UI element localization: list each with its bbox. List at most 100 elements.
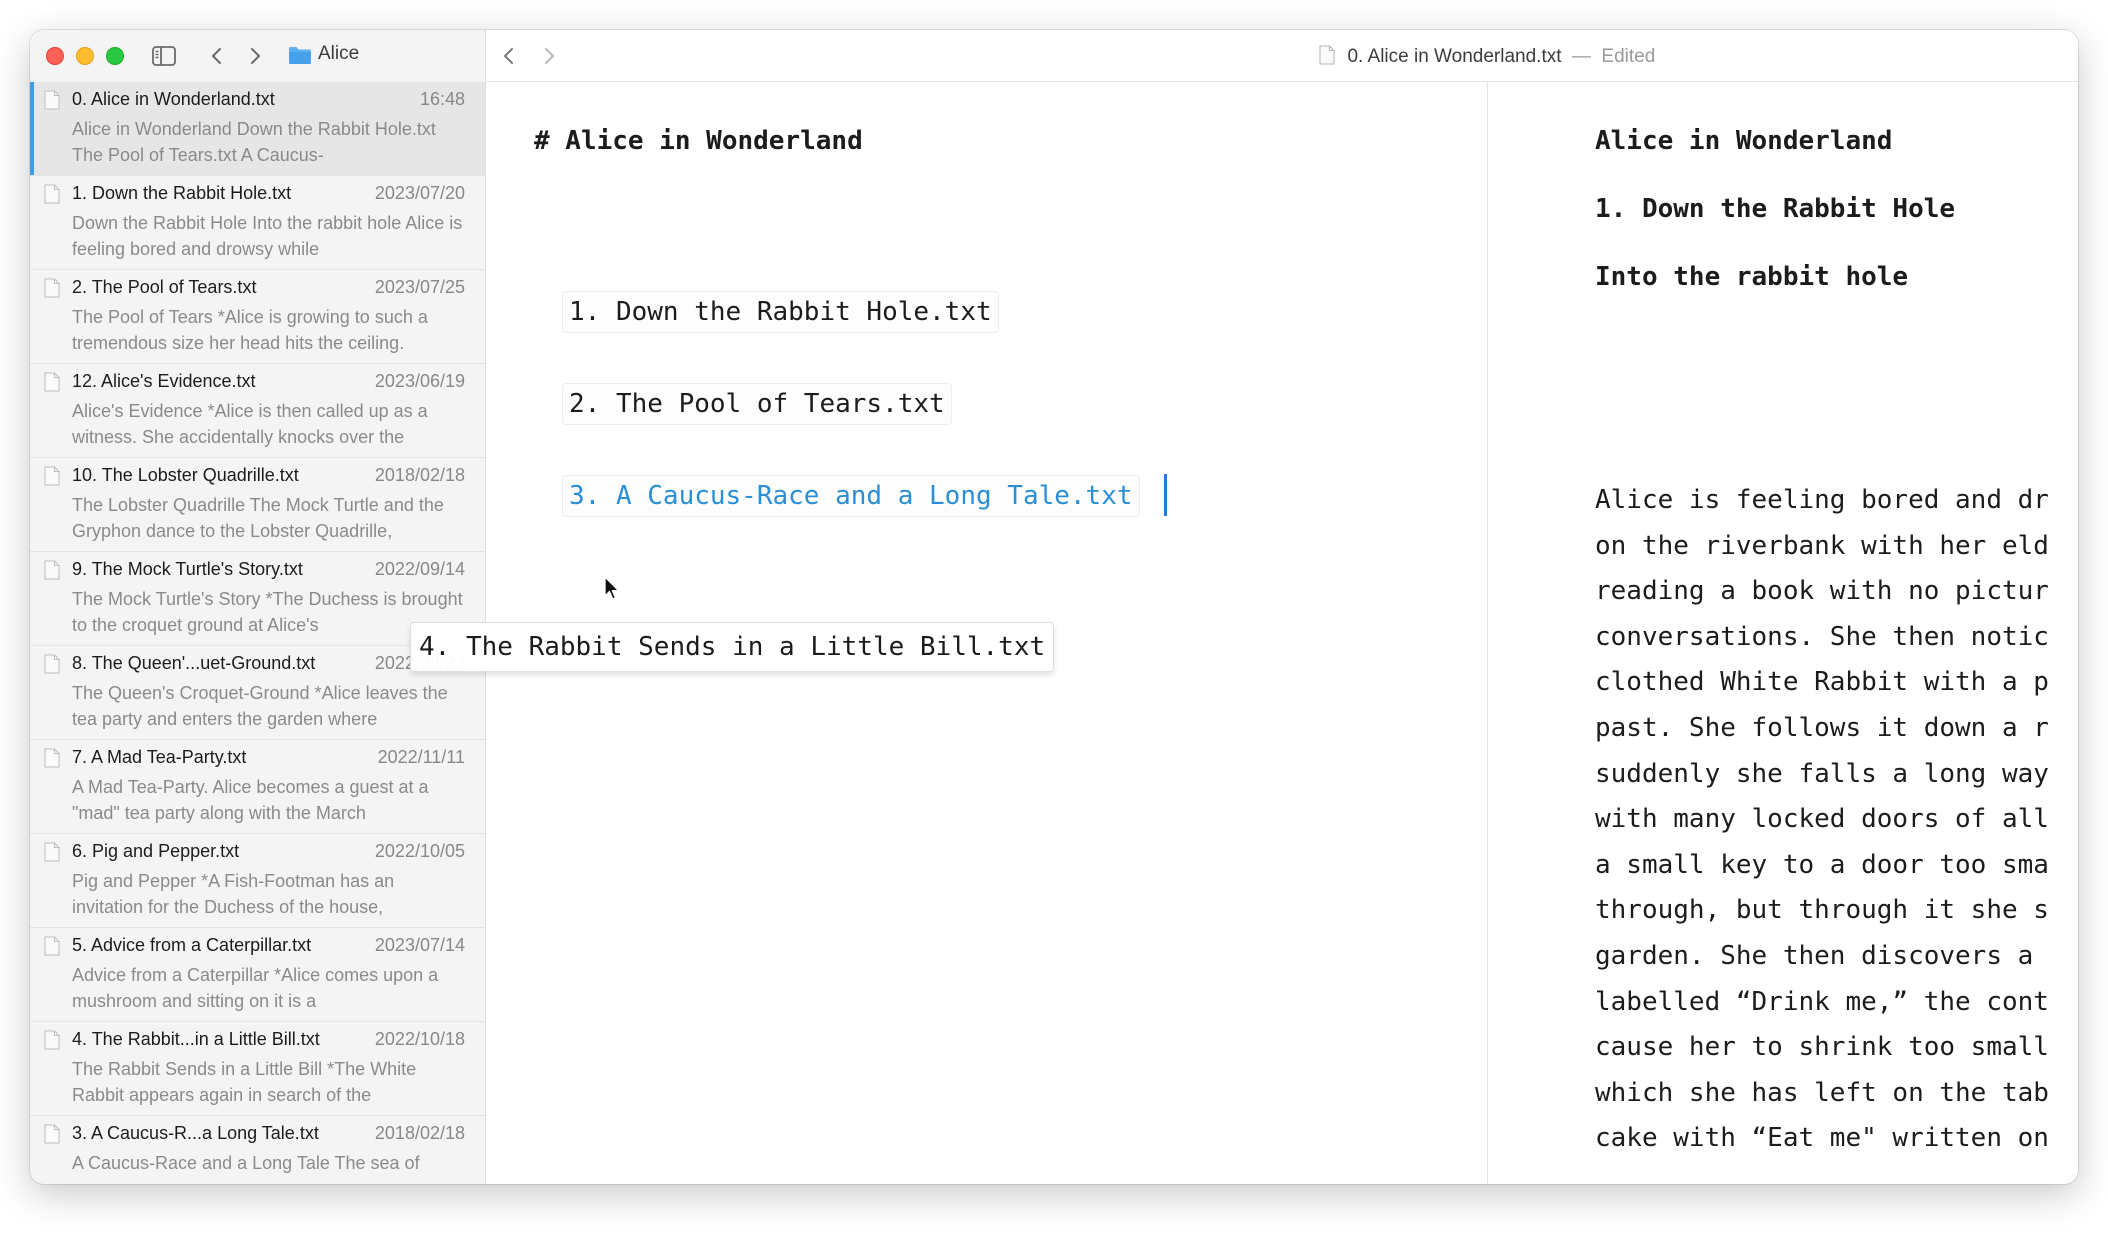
file-preview: A Caucus-Race and a Long Tale The sea of <box>72 1153 420 1173</box>
file-preview: Alice's Evidence *Alice is then called u… <box>72 401 428 447</box>
file-list-item[interactable]: 1. Down the Rabbit Hole.txt 2023/07/20 Dow… <box>30 176 485 270</box>
document-icon <box>44 842 60 862</box>
file-preview: Down the Rabbit Hole Into the rabbit hol… <box>72 213 463 259</box>
document-icon <box>44 560 60 580</box>
file-title: 6. Pig and Pepper.txt <box>72 841 240 861</box>
document-icon <box>44 654 60 674</box>
document-icon <box>44 936 60 956</box>
edited-status: Edited <box>1601 46 1656 67</box>
editor-link[interactable]: 1. Down the Rabbit Hole.txt <box>562 291 999 333</box>
file-date: 2022/11/11 <box>377 747 465 767</box>
file-date: 2018/02/18 <box>374 1123 465 1143</box>
file-list-item[interactable]: 12. Alice's Evidence.txt 2023/06/19 Alice'… <box>30 364 485 458</box>
preview-text-line: reading a book with no pictur <box>1595 576 2049 607</box>
sidebar-toggle-icon[interactable] <box>152 46 176 66</box>
document-icon <box>44 90 60 110</box>
sidebar: Alice 0. Alice in Wonderland.txt 16:48 Ali… <box>30 30 486 1184</box>
forward-chevron-icon[interactable] <box>242 40 268 72</box>
file-date: 2023/07/20 <box>374 183 465 203</box>
file-preview: The Rabbit Sends in a Little Bill *The W… <box>72 1059 417 1105</box>
file-date: 2018/02/18 <box>374 465 465 485</box>
mouse-pointer-icon <box>604 576 620 602</box>
file-preview: Advice from a Caterpillar *Alice comes u… <box>72 965 439 1011</box>
document-icon <box>44 466 60 486</box>
file-title: 3. A Caucus-R...a Long Tale.txt <box>72 1123 319 1143</box>
dragged-file-item[interactable]: 4. The Rabbit Sends in a Little Bill.txt <box>410 622 1055 672</box>
file-preview: The Mock Turtle's Story *The Duchess is … <box>72 589 463 635</box>
file-title: 12. Alice's Evidence.txt <box>72 371 256 391</box>
preview-text-line: garden. She then discovers a <box>1595 940 2034 971</box>
file-list-item[interactable]: 7. A Mad Tea-Party.txt 2022/11/11 A Mad Te… <box>30 740 485 834</box>
file-title: 5. Advice from a Caterpillar.txt <box>72 935 312 955</box>
preview-text-line: which she has left on the tab <box>1595 1077 2049 1108</box>
file-date: 2022/10/05 <box>374 841 465 861</box>
close-window-button[interactable] <box>46 47 64 65</box>
file-list-item[interactable]: 3. A Caucus-R...a Long Tale.txt 2018/02/1… <box>30 1116 485 1184</box>
preview-text-line: clothed White Rabbit with a p <box>1595 667 2049 698</box>
preview-text-line: conversations. She then notic <box>1595 621 2049 652</box>
file-date: 16:48 <box>419 89 465 109</box>
editor-heading: # Alice in Wonderland <box>534 126 863 156</box>
document-icon <box>44 278 60 298</box>
file-preview: The Lobster Quadrille The Mock Turtle an… <box>72 495 444 541</box>
file-date: 2022/09/14 <box>374 559 465 579</box>
file-list-item[interactable]: 2. The Pool of Tears.txt 2023/07/25 The Po… <box>30 270 485 364</box>
document-icon <box>1319 45 1335 65</box>
title-separator: — <box>1571 46 1591 67</box>
file-preview: The Queen's Croquet-Ground *Alice leaves… <box>72 683 448 729</box>
main-toolbar: 0. Alice in Wonderland.txt — Edited <box>486 30 2078 82</box>
file-preview: Alice in Wonderland Down the Rabbit Hole… <box>72 119 436 165</box>
preview-text-line: on the riverbank with her eld <box>1595 530 2049 561</box>
preview-body-text: Alice is feeling bored and dr on the rive… <box>1595 478 2078 1162</box>
file-title: 10. The Lobster Quadrille.txt <box>72 465 299 485</box>
document-icon <box>44 372 60 392</box>
file-date: 2023/07/14 <box>374 935 465 955</box>
sidebar-toolbar: Alice <box>30 30 486 82</box>
file-title: 1. Down the Rabbit Hole.txt <box>72 183 292 203</box>
file-preview: The Pool of Tears *Alice is growing to s… <box>72 307 428 353</box>
file-date: 2023/07/25 <box>374 277 465 297</box>
file-title: 9. The Mock Turtle's Story.txt <box>72 559 303 579</box>
preview-text-line: Alice is feeling bored and dr <box>1595 485 2049 515</box>
file-title: 7. A Mad Tea-Party.txt <box>72 747 247 767</box>
file-date: 2022/10/18 <box>374 1029 465 1049</box>
preview-text-line: suddenly she falls a long way <box>1595 758 2049 789</box>
back-chevron-icon[interactable] <box>496 40 522 72</box>
file-title: 8. The Queen'...uet-Ground.txt <box>72 653 316 673</box>
minimize-window-button[interactable] <box>76 47 94 65</box>
file-date: 2023/06/19 <box>374 371 465 391</box>
preview-text-line: cake with “Eat me" written on <box>1595 1123 2049 1154</box>
file-list-item[interactable]: 0. Alice in Wonderland.txt 16:48 Alice in … <box>30 82 485 176</box>
file-preview: Pig and Pepper *A Fish-Footman has an in… <box>72 871 395 917</box>
file-title: 2. The Pool of Tears.txt <box>72 277 257 297</box>
preview-heading-3: Into the rabbit hole <box>1595 262 1909 292</box>
file-list-item[interactable]: 6. Pig and Pepper.txt 2022/10/05 Pig and P… <box>30 834 485 928</box>
file-list-item[interactable]: 5. Advice from a Caterpillar.txt 2023/07/… <box>30 928 485 1022</box>
preview-heading-2: 1. Down the Rabbit Hole <box>1595 194 1956 224</box>
preview-text-line: past. She follows it down a r <box>1595 712 2049 743</box>
document-title: 0. Alice in Wonderland.txt <box>1347 46 1562 67</box>
file-list-item[interactable]: 10. The Lobster Quadrille.txt 2018/02/18 T… <box>30 458 485 552</box>
file-title: 4. The Rabbit...in a Little Bill.txt <box>72 1029 320 1049</box>
editor-link-active[interactable]: 3. A Caucus-Race and a Long Tale.txt <box>562 475 1140 517</box>
preview-heading-1: Alice in Wonderland <box>1595 126 1893 156</box>
document-icon <box>44 184 60 204</box>
document-icon <box>44 748 60 768</box>
folder-icon <box>288 45 312 65</box>
app-window: Alice 0. Alice in Wonderland.txt 16:48 Ali… <box>30 30 2078 1184</box>
document-icon <box>44 1030 60 1050</box>
file-preview: A Mad Tea-Party. Alice becomes a guest a… <box>72 777 429 823</box>
preview-text-line: a small key to a door too sma <box>1595 849 2049 880</box>
preview-text-line: through, but through it she s <box>1595 895 2049 926</box>
zoom-window-button[interactable] <box>106 47 124 65</box>
markdown-preview: Alice in Wonderland 1. Down the Rabbit H… <box>1489 82 2078 1184</box>
back-chevron-icon[interactable] <box>204 40 230 72</box>
preview-text-line: cause her to shrink too small <box>1595 1032 2049 1063</box>
editor-link[interactable]: 2. The Pool of Tears.txt <box>562 383 952 425</box>
document-title-bar[interactable]: 0. Alice in Wonderland.txt — Edited <box>1319 42 1655 70</box>
forward-chevron-icon[interactable] <box>536 40 562 72</box>
folder-name[interactable]: Alice <box>318 43 359 65</box>
preview-text-line: with many locked doors of all <box>1595 804 2049 835</box>
main-pane: 0. Alice in Wonderland.txt — Edited # Al… <box>486 30 2078 1184</box>
file-list-item[interactable]: 4. The Rabbit...in a Little Bill.txt 2022… <box>30 1022 485 1116</box>
